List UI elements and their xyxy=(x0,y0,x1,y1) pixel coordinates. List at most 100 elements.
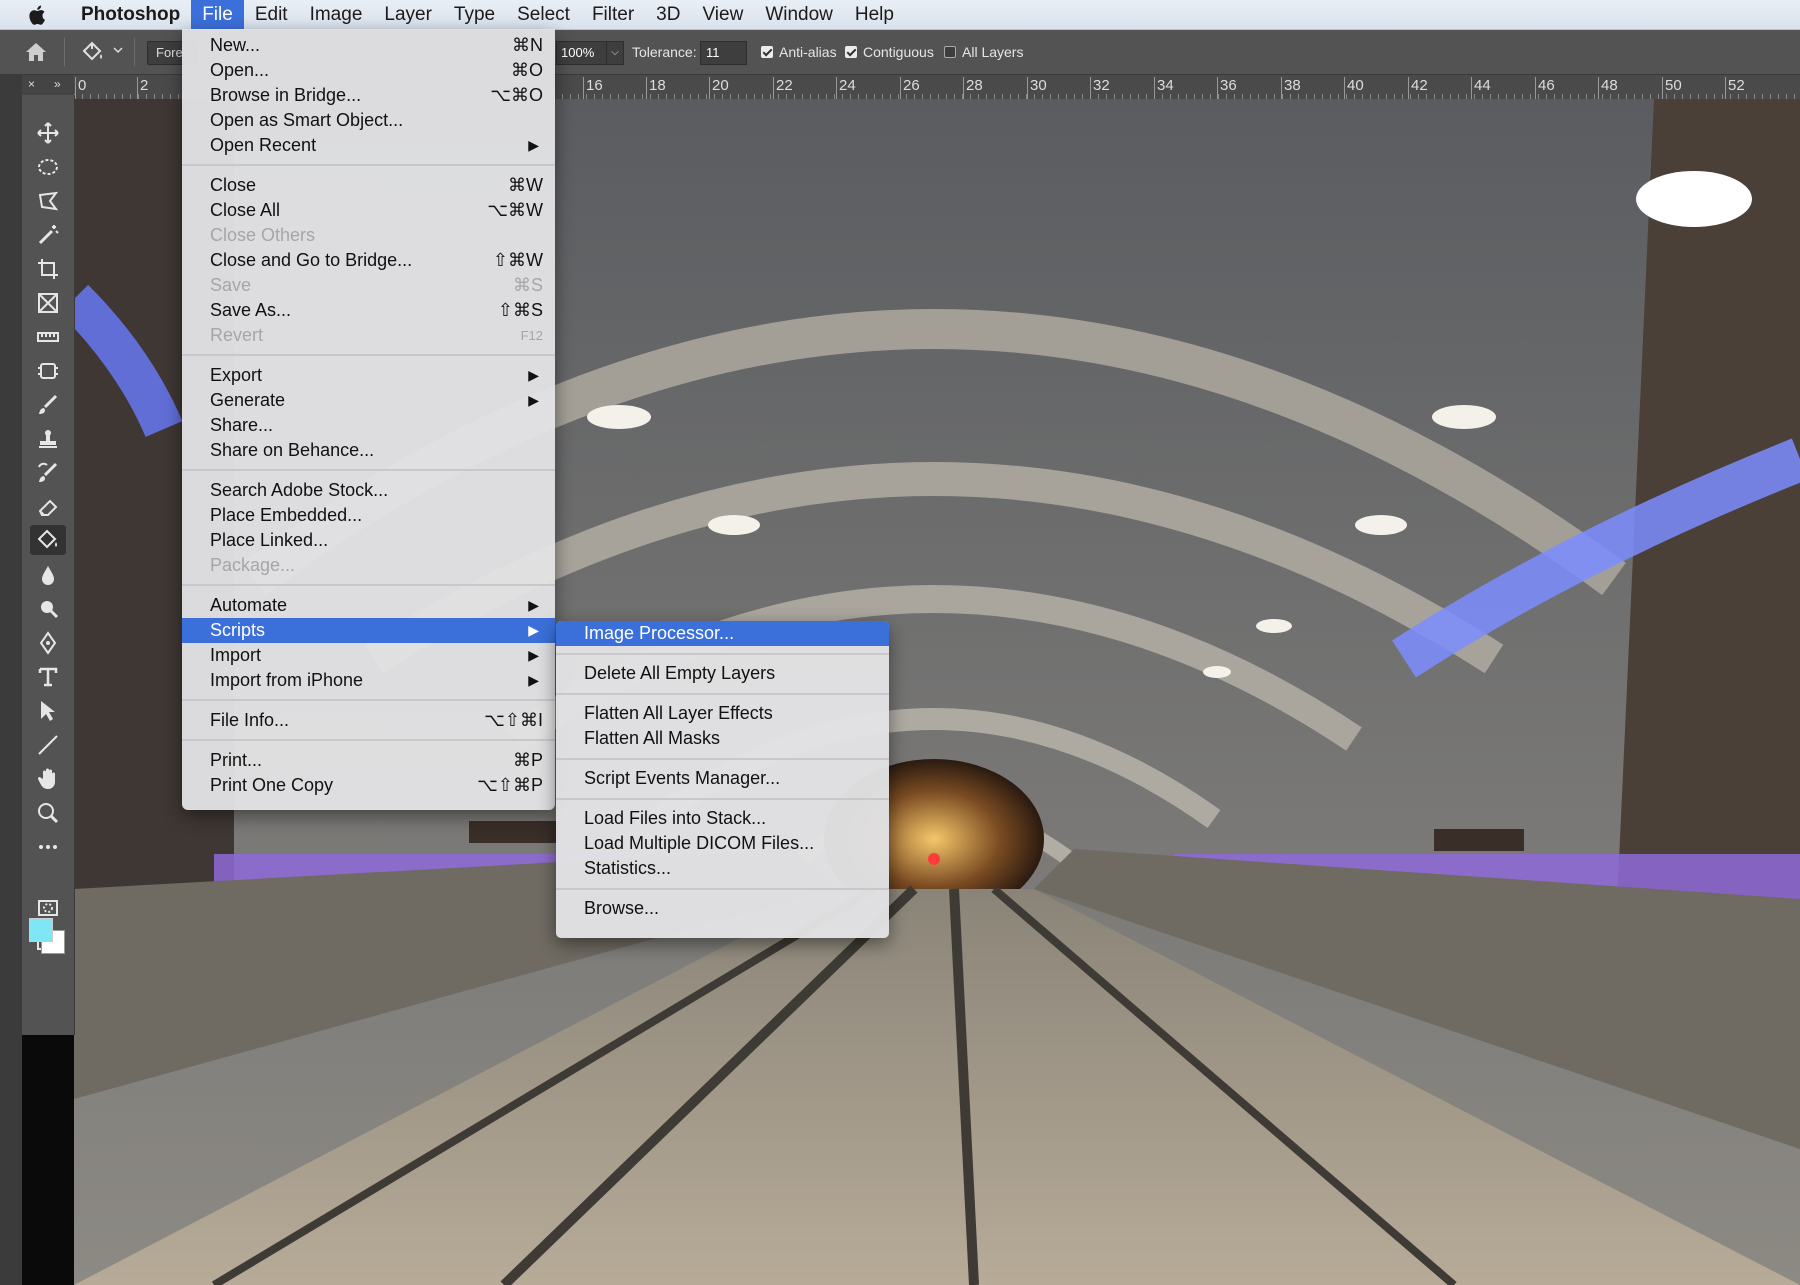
menu-separator xyxy=(182,354,555,356)
marquee-tool-icon[interactable] xyxy=(34,154,62,180)
menu-item-load-files-into-stack[interactable]: Load Files into Stack... xyxy=(556,806,889,831)
ruler-tick: 36 xyxy=(1217,77,1237,99)
menu-item-place-embedded[interactable]: Place Embedded... xyxy=(182,503,555,528)
menu-item-flatten-all-masks[interactable]: Flatten All Masks xyxy=(556,726,889,751)
patch-tool-icon[interactable] xyxy=(34,358,62,384)
ruler-tick: 16 xyxy=(583,77,603,99)
menu-view[interactable]: View xyxy=(691,0,754,29)
paint-bucket-preset-icon[interactable] xyxy=(80,40,106,64)
dodge-tool-icon[interactable] xyxy=(34,596,62,622)
app-menu-photoshop[interactable]: Photoshop xyxy=(70,0,191,29)
all-layers-checkbox[interactable] xyxy=(944,46,956,58)
foreground-color-swatch[interactable] xyxy=(29,918,53,942)
submenu-arrow-icon: ▶ xyxy=(528,622,539,638)
home-icon[interactable] xyxy=(24,41,48,63)
opacity-field[interactable]: 100% xyxy=(556,41,612,65)
menu-item-script-events-manager[interactable]: Script Events Manager... xyxy=(556,766,889,791)
menu-separator xyxy=(182,699,555,701)
history-brush-tool-icon[interactable] xyxy=(34,460,62,486)
menu-bar: Photoshop File Edit Image Layer Type Sel… xyxy=(0,0,1800,30)
path-selection-tool-icon[interactable] xyxy=(34,698,62,724)
menu-item-import-from-iphone[interactable]: Import from iPhone ▶ xyxy=(182,668,555,693)
menu-item-close-and-go-to-bridge[interactable]: Close and Go to Bridge... ⇧⌘W xyxy=(182,248,555,273)
ruler-tick: 26 xyxy=(900,77,920,99)
type-tool-icon[interactable] xyxy=(34,664,62,690)
contiguous-checkbox[interactable] xyxy=(845,46,857,58)
more-tools-icon[interactable] xyxy=(34,834,62,860)
menu-item-share[interactable]: Share... xyxy=(182,413,555,438)
menu-3d[interactable]: 3D xyxy=(645,0,691,29)
menu-image[interactable]: Image xyxy=(299,0,374,29)
ruler-tick: 34 xyxy=(1154,77,1174,99)
menu-filter[interactable]: Filter xyxy=(581,0,645,29)
menu-item-delete-all-empty-layers[interactable]: Delete All Empty Layers xyxy=(556,661,889,686)
menu-window[interactable]: Window xyxy=(754,0,844,29)
ruler-tick: 28 xyxy=(963,77,983,99)
frame-tool-icon[interactable] xyxy=(34,290,62,316)
menu-item-open-recent[interactable]: Open Recent ▶ xyxy=(182,133,555,158)
submenu-arrow-icon: ▶ xyxy=(528,647,539,663)
menu-item-print-one-copy[interactable]: Print One Copy ⌥⇧⌘P xyxy=(182,773,555,798)
submenu-arrow-icon: ▶ xyxy=(528,137,539,153)
chevron-down-icon[interactable] xyxy=(113,46,123,54)
ruler-tick: 24 xyxy=(836,77,856,99)
tolerance-field[interactable]: 11 xyxy=(700,41,747,65)
menu-item-import[interactable]: Import ▶ xyxy=(182,643,555,668)
brush-tool-icon[interactable] xyxy=(34,392,62,418)
panel-gutter xyxy=(22,1035,74,1285)
menu-item-close-all[interactable]: Close All ⌥⌘W xyxy=(182,198,555,223)
lasso-tool-icon[interactable] xyxy=(34,188,62,214)
menu-select[interactable]: Select xyxy=(506,0,581,29)
menu-item-automate[interactable]: Automate ▶ xyxy=(182,593,555,618)
menu-item-place-linked[interactable]: Place Linked... xyxy=(182,528,555,553)
ruler-tick: 40 xyxy=(1344,77,1364,99)
menu-type[interactable]: Type xyxy=(443,0,506,29)
menu-item-image-processor[interactable]: Image Processor... xyxy=(556,621,889,646)
menu-item-close[interactable]: Close ⌘W xyxy=(182,173,555,198)
hand-tool-icon[interactable] xyxy=(34,766,62,792)
menu-item-save-as[interactable]: Save As... ⇧⌘S xyxy=(182,298,555,323)
crop-tool-icon[interactable] xyxy=(34,256,62,282)
menu-item-close-others: Close Others xyxy=(210,225,316,245)
tools-panel xyxy=(22,95,75,1035)
pen-tool-icon[interactable] xyxy=(34,630,62,656)
menu-item-browse-in-bridge[interactable]: Browse in Bridge... ⌥⌘O xyxy=(182,83,555,108)
paint-bucket-tool-icon[interactable] xyxy=(30,525,66,555)
ruler-tool-icon[interactable] xyxy=(34,324,62,350)
menu-item-browse[interactable]: Browse... xyxy=(556,896,889,921)
menu-separator xyxy=(556,798,889,800)
menu-item-scripts[interactable]: Scripts ▶ xyxy=(182,618,555,643)
menu-layer[interactable]: Layer xyxy=(373,0,443,29)
menu-item-revert: Revert F12 xyxy=(210,325,543,345)
menu-item-package: Package... xyxy=(210,555,296,575)
line-tool-icon[interactable] xyxy=(34,732,62,758)
menu-item-search-adobe-stock[interactable]: Search Adobe Stock... xyxy=(182,478,555,503)
menu-item-statistics[interactable]: Statistics... xyxy=(556,856,889,881)
ruler-tick: 52 xyxy=(1725,77,1745,99)
menu-item-flatten-all-layer-effects[interactable]: Flatten All Layer Effects xyxy=(556,701,889,726)
menu-item-print[interactable]: Print... ⌘P xyxy=(182,748,555,773)
menu-help[interactable]: Help xyxy=(844,0,905,29)
menu-item-open[interactable]: Open... ⌘O xyxy=(182,58,555,83)
menu-file[interactable]: File xyxy=(191,0,244,29)
menu-item-load-multiple-dicom-files[interactable]: Load Multiple DICOM Files... xyxy=(556,831,889,856)
submenu-arrow-icon: ▶ xyxy=(528,367,539,383)
zoom-tool-icon[interactable] xyxy=(34,800,62,826)
blur-tool-icon[interactable] xyxy=(34,562,62,588)
close-icon[interactable]: × xyxy=(28,77,35,91)
anti-alias-checkbox[interactable] xyxy=(761,46,773,58)
eraser-tool-icon[interactable] xyxy=(34,494,62,520)
menu-item-open-as-smart-object[interactable]: Open as Smart Object... xyxy=(182,108,555,133)
move-tool-icon[interactable] xyxy=(34,120,62,146)
magic-wand-tool-icon[interactable] xyxy=(34,222,62,248)
expand-icon[interactable]: » xyxy=(54,77,61,91)
menu-item-share-on-behance[interactable]: Share on Behance... xyxy=(182,438,555,463)
opacity-dropdown-chevron-icon[interactable]: ⌵ xyxy=(606,41,624,65)
apple-icon[interactable] xyxy=(26,3,50,27)
menu-item-file-info[interactable]: File Info... ⌥⇧⌘I xyxy=(182,708,555,733)
menu-item-generate[interactable]: Generate ▶ xyxy=(182,388,555,413)
menu-edit[interactable]: Edit xyxy=(244,0,299,29)
menu-item-new[interactable]: New... ⌘N xyxy=(182,33,555,58)
stamp-tool-icon[interactable] xyxy=(34,426,62,452)
menu-item-export[interactable]: Export ▶ xyxy=(182,363,555,388)
